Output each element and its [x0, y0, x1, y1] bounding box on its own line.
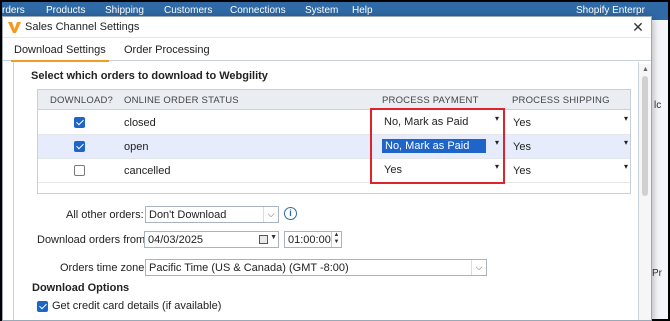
process-payment-value: No, Mark as Paid [384, 116, 469, 128]
download-from-date-value: 04/03/2025 [148, 234, 204, 246]
section-heading: Select which orders to download to Webgi… [31, 70, 268, 82]
dropdown-arrow-icon[interactable]: ▾ [624, 162, 628, 171]
table-row[interactable]: cancelled Yes ▾ Yes ▾ [38, 159, 630, 183]
bg-nav-item: System [305, 5, 339, 16]
process-shipping-dropdown[interactable]: Yes ▾ [511, 114, 631, 131]
bg-nav-account: Shopify Enterpr [576, 5, 645, 16]
table-row[interactable]: closed No, Mark as Paid ▾ Yes ▾ [38, 111, 630, 135]
dialog-titlebar: Sales Channel Settings ✕ [3, 17, 651, 38]
column-header-payment: PROCESS PAYMENT [382, 95, 479, 106]
download-checkbox[interactable] [74, 117, 85, 128]
bg-nav-item: rders [2, 5, 25, 16]
process-shipping-value: Yes [513, 117, 531, 129]
column-header-download: DOWNLOAD? [50, 95, 114, 106]
download-options-heading: Download Options [32, 282, 130, 294]
calendar-icon[interactable] [259, 235, 268, 244]
order-status-cell: closed [124, 117, 156, 129]
bg-nav-item: Connections [230, 5, 286, 16]
column-header-shipping: PROCESS SHIPPING [512, 95, 610, 106]
tab-order-processing[interactable]: Order Processing [121, 44, 213, 60]
download-from-label: Download orders from: [37, 234, 149, 246]
table-row[interactable]: open No, Mark as Paid ▾ Yes ▾ [38, 135, 630, 159]
table-header: DOWNLOAD? ONLINE ORDER STATUS PROCESS PA… [38, 90, 630, 110]
chevron-down-icon[interactable]: ⌵ [263, 207, 278, 222]
dialog-title: Sales Channel Settings [25, 21, 140, 33]
download-from-time-value: 01:00:00 [288, 234, 331, 246]
process-payment-value: Yes [384, 164, 402, 176]
bg-nav-item: Shipping [105, 5, 144, 16]
credit-card-details-label: Get credit card details (if available) [52, 300, 222, 312]
time-stepper[interactable]: ▲ ▼ [331, 232, 341, 247]
bg-nav-item: Help [352, 5, 373, 16]
bg-nav-item: Customers [164, 5, 213, 16]
process-shipping-dropdown[interactable]: Yes ▾ [511, 138, 631, 155]
column-header-status: ONLINE ORDER STATUS [124, 95, 239, 106]
chevron-down-icon[interactable]: ▼ [270, 234, 277, 241]
bg-nav-item: Products [46, 5, 86, 16]
info-icon[interactable]: i [284, 207, 297, 220]
process-shipping-value: Yes [513, 141, 531, 153]
order-status-table: DOWNLOAD? ONLINE ORDER STATUS PROCESS PA… [37, 89, 631, 194]
dropdown-arrow-icon[interactable]: ▾ [495, 138, 499, 147]
time-zone-select[interactable]: Pacific Time (US & Canada) (GMT -8:00) ⌵ [145, 259, 487, 276]
bg-peek-text: Pr [652, 268, 662, 279]
credit-card-details-checkbox[interactable] [37, 301, 48, 312]
vertical-scrollbar[interactable]: ▲ [639, 64, 651, 320]
scrollbar-thumb[interactable] [642, 76, 648, 196]
bg-peek-text: lc [654, 100, 662, 111]
dropdown-arrow-icon[interactable]: ▾ [495, 162, 499, 171]
all-other-orders-label: All other orders: [66, 209, 144, 221]
time-zone-label: Orders time zone: [60, 262, 148, 274]
webgility-logo-icon [8, 22, 21, 33]
download-from-time-input[interactable]: 01:00:00 ▲ ▼ [284, 231, 342, 248]
chevron-down-icon[interactable]: ⌵ [471, 260, 486, 275]
all-other-orders-value: Don't Download [149, 209, 227, 221]
all-other-orders-select[interactable]: Don't Download ⌵ [145, 206, 279, 223]
process-payment-value: No, Mark as Paid [382, 139, 486, 153]
close-icon[interactable]: ✕ [631, 19, 645, 36]
tab-download-settings[interactable]: Download Settings [11, 44, 109, 62]
dropdown-arrow-icon[interactable]: ▾ [624, 138, 628, 147]
dropdown-arrow-icon[interactable]: ▾ [495, 114, 499, 123]
scroll-up-arrow-icon[interactable]: ▲ [642, 66, 649, 73]
download-checkbox[interactable] [74, 165, 85, 176]
process-payment-dropdown[interactable]: No, Mark as Paid ▾ [380, 138, 502, 155]
order-status-cell: cancelled [124, 165, 171, 177]
tab-bar: Download Settings Order Processing [3, 38, 651, 62]
time-zone-value: Pacific Time (US & Canada) (GMT -8:00) [149, 262, 349, 274]
process-shipping-dropdown[interactable]: Yes ▾ [511, 162, 631, 179]
process-shipping-value: Yes [513, 165, 531, 177]
order-status-cell: open [124, 141, 149, 153]
dropdown-arrow-icon[interactable]: ▾ [624, 114, 628, 123]
process-payment-dropdown[interactable]: No, Mark as Paid ▾ [380, 114, 502, 131]
process-payment-dropdown[interactable]: Yes ▾ [380, 162, 502, 179]
download-checkbox[interactable] [74, 141, 85, 152]
download-from-date-picker[interactable]: 04/03/2025 ▼ [144, 231, 279, 248]
